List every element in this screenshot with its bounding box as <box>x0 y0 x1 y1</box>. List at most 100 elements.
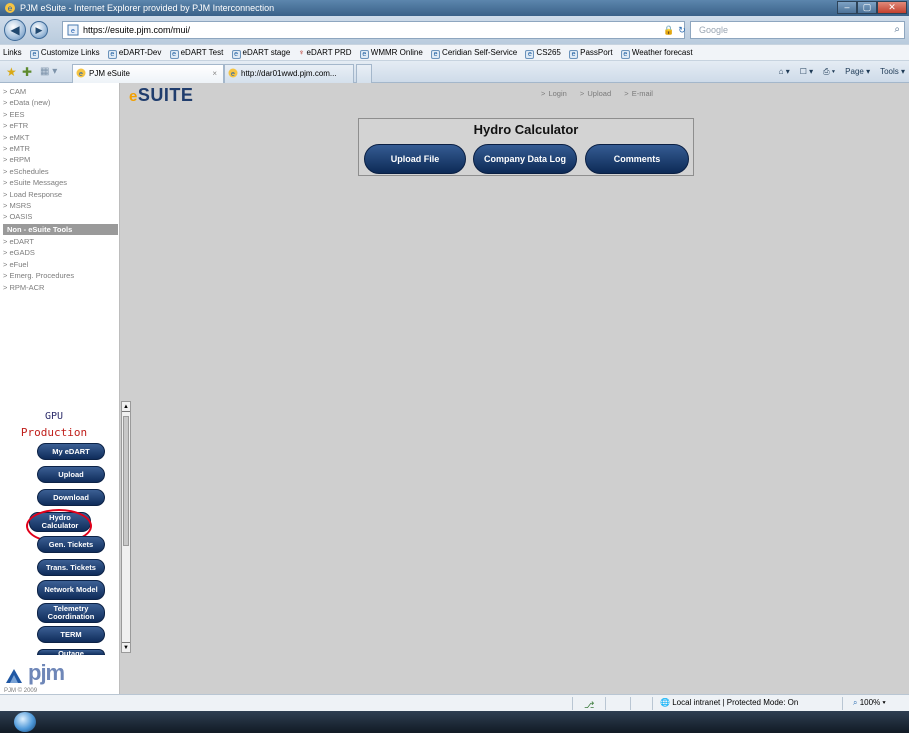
search-placeholder: Google <box>699 25 729 35</box>
menu-item-edata[interactable]: > eData (new) <box>3 97 118 108</box>
status-divider <box>652 697 653 710</box>
comments-button[interactable]: Comments <box>585 144 689 174</box>
svg-text:e: e <box>231 71 235 78</box>
status-divider <box>630 697 631 710</box>
menu-item-egads[interactable]: > eGADS <box>3 247 118 258</box>
back-button[interactable]: ◀ <box>4 19 26 41</box>
menu-item-efuel[interactable]: > eFuel <box>3 259 118 270</box>
quick-tabs-icon[interactable]: ▦ ▾ <box>40 66 57 77</box>
gpu-subtitle: Production <box>20 426 88 439</box>
email-link[interactable]: > E-mail <box>624 89 653 98</box>
home-icon[interactable]: ⌂ ▾ <box>779 65 790 79</box>
esuite-logo: eSUITE <box>129 85 194 105</box>
term-button[interactable]: TERM <box>37 626 105 643</box>
zoom-level: 100% <box>859 698 881 707</box>
search-input[interactable]: Google ⌕ <box>690 21 905 39</box>
outage-button[interactable]: Outage <box>37 649 105 655</box>
zoom-control[interactable]: ⌕ 100% ▾ <box>853 695 886 711</box>
company-data-log-button[interactable]: Company Data Log <box>473 144 577 174</box>
link-edart-stage[interactable]: e eDART stage <box>231 48 290 59</box>
menu-item-erpm[interactable]: > eRPM <box>3 154 118 165</box>
trans-tickets-button[interactable]: Trans. Tickets <box>37 559 105 576</box>
menu-item-rpm-acr[interactable]: > RPM-ACR <box>3 282 118 293</box>
start-button[interactable] <box>14 712 36 732</box>
hydro-calculator-title: Hydro Calculator <box>473 122 579 137</box>
links-label: Links <box>3 48 22 57</box>
search-icon[interactable]: ⌕ <box>894 22 900 38</box>
link-edart-test[interactable]: e eDART Test <box>169 48 223 59</box>
ie-page-icon: e <box>169 50 179 59</box>
menu-item-edart[interactable]: > eDART <box>3 236 118 247</box>
zone-text: Local intranet | Protected Mode: On <box>672 698 799 707</box>
ie-page-icon: e <box>525 50 535 59</box>
link-cs265[interactable]: e CS265 <box>525 48 561 59</box>
ie-logo-icon: e <box>5 3 15 13</box>
upload-button[interactable]: Upload <box>37 466 105 483</box>
add-favorites-icon[interactable]: ✚ <box>22 65 32 79</box>
menu-item-load-response[interactable]: > Load Response <box>3 189 118 200</box>
lock-icon[interactable]: 🔒 <box>663 22 674 38</box>
minimize-button[interactable]: – <box>837 1 857 14</box>
print-icon[interactable]: ⎙ ▾ <box>823 65 835 79</box>
status-bar: ⎇ 🌐 Local intranet | Protected Mode: On … <box>0 694 909 711</box>
close-tab-icon[interactable]: × <box>212 65 217 82</box>
menu-item-msrs[interactable]: > MSRS <box>3 200 118 211</box>
links-bar: Links e Customize Links e eDART-Dev e eDART… <box>0 44 909 61</box>
pjm-logo-text: pjm <box>28 660 65 685</box>
favorites-star-icon[interactable]: ★ <box>6 65 17 79</box>
ie-page-icon: e <box>228 68 238 78</box>
feeds-icon[interactable]: ☐ ▾ <box>800 65 813 79</box>
menu-item-eftr[interactable]: > eFTR <box>3 120 118 131</box>
hydro-calculator-panel: Hydro Calculator Upload File Company Dat… <box>358 118 694 176</box>
download-button[interactable]: Download <box>37 489 105 506</box>
ie-page-icon: e <box>620 50 630 59</box>
browser-window: e PJM eSuite - Internet Explorer provide… <box>0 0 909 733</box>
menu-item-emerg-procedures[interactable]: > Emerg. Procedures <box>3 270 118 281</box>
menu-item-emkt[interactable]: > eMKT <box>3 132 118 143</box>
link-customize-links[interactable]: e Customize Links <box>29 48 100 59</box>
link-wmmr-online[interactable]: e WMMR Online <box>359 48 423 59</box>
login-link[interactable]: > Login <box>541 89 567 98</box>
ie-page-icon: e <box>359 50 369 59</box>
link-ceridian[interactable]: e Ceridian Self-Service <box>431 48 517 59</box>
address-row: ◀ ▶ e https://esuite.pjm.com/mui/ 🔒 ↻ ✕ … <box>0 16 909 44</box>
pjm-logo: pjm <box>4 661 94 689</box>
my-edart-button[interactable]: My eDART <box>37 443 105 460</box>
upload-file-button[interactable]: Upload File <box>364 144 466 174</box>
globe-icon: 🌐 <box>660 698 670 707</box>
link-passport[interactable]: e PassPort <box>569 48 613 59</box>
main-content: eSUITE > Login > Upload > E-mail Hydro C… <box>121 83 909 694</box>
gen-tickets-button[interactable]: Gen. Tickets <box>37 536 105 553</box>
ie-page-icon: e <box>76 68 86 78</box>
tab-dar01wwd[interactable]: e http://dar01wwd.pjm.com... <box>224 64 354 83</box>
gpu-title: GPU <box>44 411 64 422</box>
menu-item-oasis[interactable]: > OASIS <box>3 211 118 222</box>
tabs-bar: ★ ✚ ▦ ▾ e PJM eSuite × e http://dar01wwd… <box>0 61 909 83</box>
gpu-panel: GPU Production My eDART Upload Download … <box>0 401 120 661</box>
menu-item-esuite-messages[interactable]: > eSuite Messages <box>3 177 118 188</box>
tab-label: http://dar01wwd.pjm.com... <box>241 69 337 78</box>
command-bar: ⌂ ▾ ☐ ▾ ⎙ ▾ Page ▾ Tools ▾ <box>779 65 905 79</box>
network-model-button[interactable]: Network Model <box>37 580 105 600</box>
menu-item-eschedules[interactable]: > eSchedules <box>3 166 118 177</box>
link-edart-dev[interactable]: e eDART-Dev <box>107 48 161 59</box>
link-weather-forecast[interactable]: e Weather forecast <box>620 48 693 59</box>
link-edart-prd[interactable]: ♆ eDART PRD <box>299 48 352 57</box>
new-tab-button[interactable] <box>356 64 372 83</box>
forward-button[interactable]: ▶ <box>30 21 48 39</box>
chevron-down-icon: ▾ <box>882 698 886 707</box>
menu-item-cam[interactable]: > CAM <box>3 86 118 97</box>
page-menu[interactable]: Page ▾ <box>845 65 870 79</box>
refresh-button[interactable]: ↻ <box>678 22 686 38</box>
telemetry-coordination-button[interactable]: Telemetry Coordination <box>37 603 105 623</box>
security-zone[interactable]: 🌐 Local intranet | Protected Mode: On <box>660 695 798 711</box>
maximize-button[interactable]: ▢ <box>857 1 877 14</box>
close-window-button[interactable]: ✕ <box>877 1 907 14</box>
upload-link[interactable]: > Upload <box>580 89 611 98</box>
menu-item-ees[interactable]: > EES <box>3 109 118 120</box>
page-icon: e <box>67 24 79 36</box>
tab-pjm-esuite[interactable]: e PJM eSuite × <box>72 64 224 83</box>
address-input[interactable]: e https://esuite.pjm.com/mui/ 🔒 ↻ ✕ <box>62 21 697 39</box>
tools-menu[interactable]: Tools ▾ <box>880 65 905 79</box>
menu-item-emtr[interactable]: > eMTR <box>3 143 118 154</box>
